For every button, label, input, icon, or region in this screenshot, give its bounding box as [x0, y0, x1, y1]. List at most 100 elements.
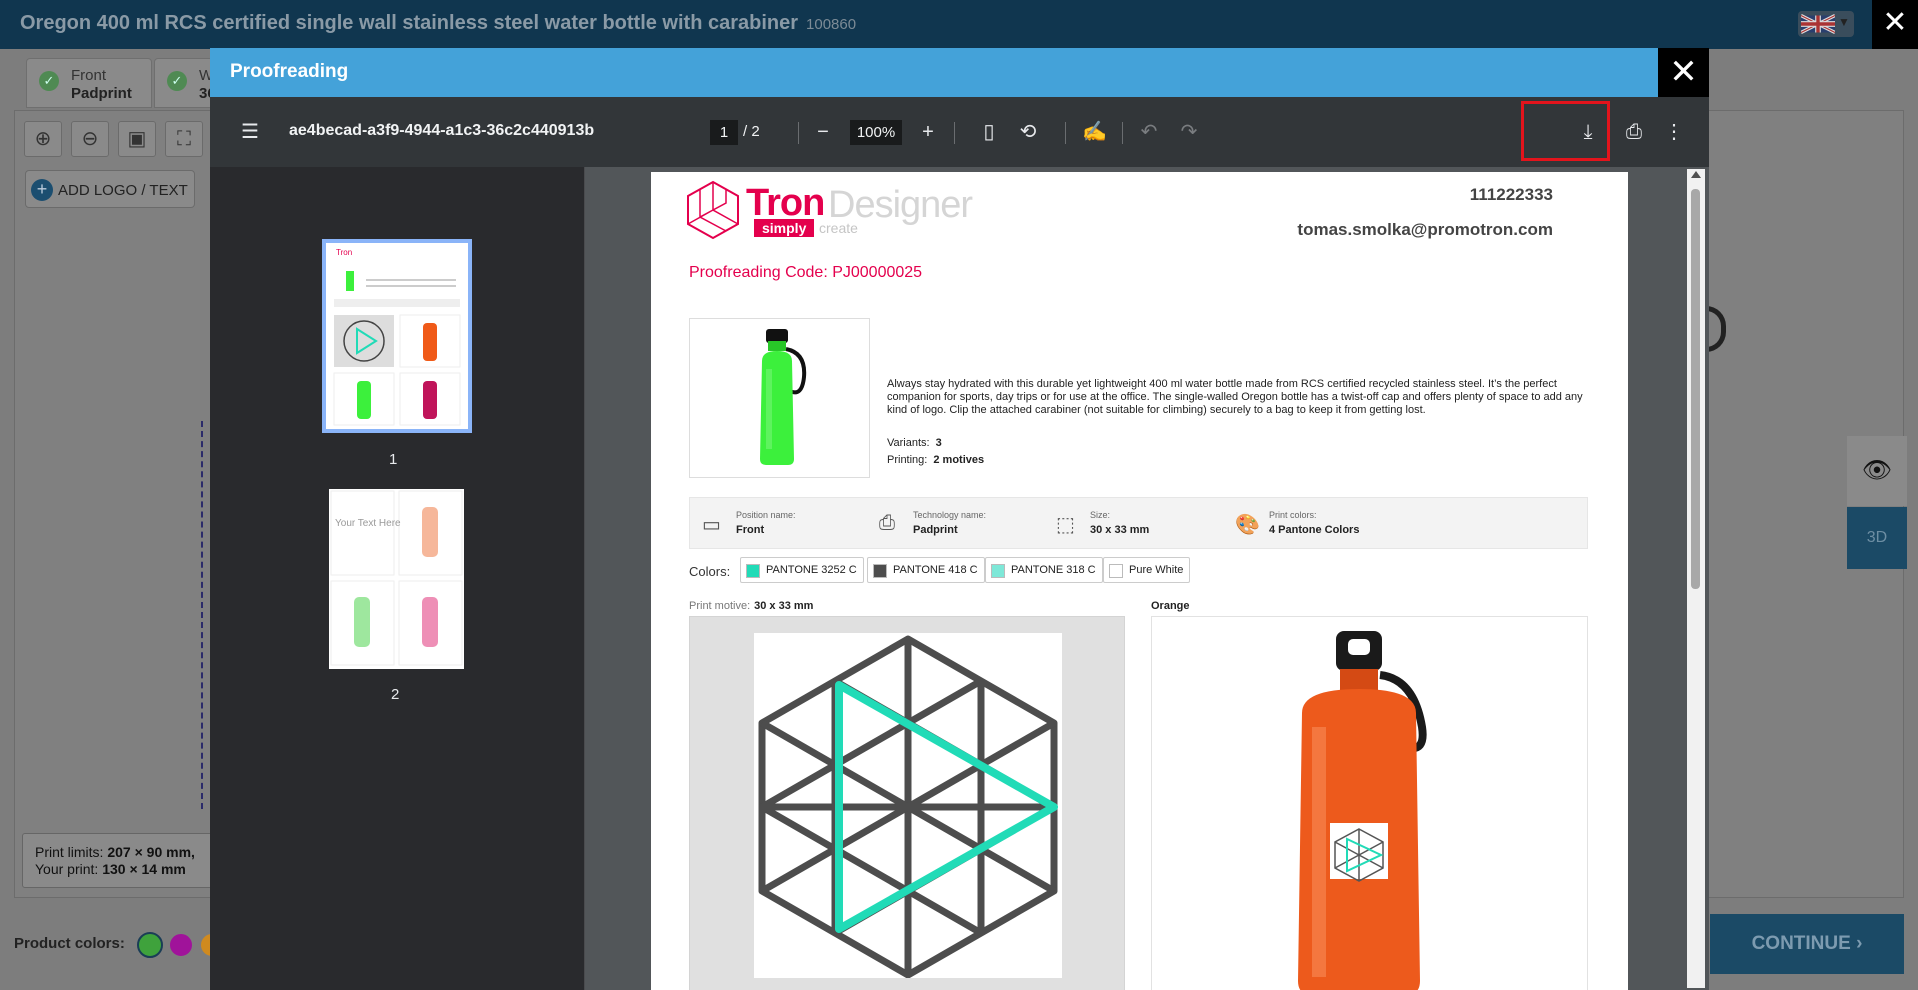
your-print-label: Your print: [35, 861, 99, 877]
thumbnails-pane: Tron 1 Your Text Here 2 [210, 167, 585, 990]
contact-email: tomas.smolka@promotron.com [1297, 220, 1553, 239]
info-value: 4 Pantone Colors [1269, 524, 1360, 536]
color-chip: PANTONE 318 C [985, 557, 1103, 583]
print-motive-key: Print motive: [689, 600, 751, 612]
product-colors-label: Product colors: [14, 935, 125, 952]
thumbnail-preview: Your Text Here [329, 489, 464, 669]
page-thumbnail-1[interactable]: Tron [322, 239, 472, 433]
product-image [689, 318, 870, 478]
print-limits-label: Print limits: [35, 844, 104, 860]
print-motive-label: Print motive: 30 x 33 mm [689, 600, 813, 612]
zoom-out-icon[interactable]: − [813, 117, 833, 147]
color-swatch [873, 564, 887, 578]
continue-button[interactable]: CONTINUE › [1710, 914, 1904, 974]
size-icon: ⬚ [1056, 514, 1075, 536]
add-logo-text-button[interactable]: + ADD LOGO / TEXT [25, 170, 195, 208]
motive-canvas [754, 633, 1062, 979]
color-chip: PANTONE 3252 C [740, 557, 864, 583]
color-swatch [1109, 564, 1123, 578]
color-swatch [991, 564, 1005, 578]
modal-title: Proofreading [230, 61, 349, 82]
language-selector[interactable]: ▼ [1798, 11, 1854, 37]
product-color-swatch[interactable] [137, 932, 163, 958]
app-header: Oregon 400 ml RCS certified single wall … [0, 0, 1918, 49]
tab-second-position[interactable]: ✓ W 36 [154, 58, 216, 108]
variants-row: Variants: 3 [887, 437, 942, 449]
redo-icon[interactable]: ↷ [1178, 117, 1200, 147]
fit-page-icon[interactable]: ▯ [978, 117, 1000, 147]
product-color-swatch[interactable] [168, 932, 194, 958]
toolbar-divider [1065, 122, 1066, 144]
menu-icon[interactable]: ☰ [237, 117, 263, 147]
color-chip: PANTONE 418 C [867, 557, 985, 583]
tab-front-padprint[interactable]: ✓ Front Padprint [26, 58, 152, 108]
page-thumbnail-label: 2 [391, 686, 400, 703]
hexagon-triangle-motive [758, 635, 1058, 979]
page-number-input[interactable]: 1 [710, 120, 738, 145]
printing-value: 2 motives [933, 454, 985, 466]
pdf-page: Tron Designer simply create 111222333 to… [651, 172, 1628, 990]
scroll-thumb[interactable] [1691, 189, 1700, 589]
modal-header: Proofreading ✕ [210, 48, 1709, 97]
view-3d-button[interactable]: 3D [1847, 507, 1907, 569]
green-bottle-image [760, 329, 807, 465]
colors-label: Colors: [689, 564, 731, 579]
zoom-level-input[interactable]: 100% [850, 120, 902, 145]
print-icon[interactable]: ⎙ [1622, 117, 1646, 147]
info-value: Padprint [913, 524, 958, 536]
logo-create-tag: create [819, 220, 858, 236]
fit-screen-button[interactable]: ▣ [118, 121, 156, 157]
pdf-toolbar: ☰ ae4becad-a3f9-4944-a1c3-36c2c440913b 1… [210, 97, 1709, 167]
page-total: / 2 [743, 123, 760, 140]
orange-bottle-image [1298, 631, 1427, 990]
variants-label: Variants: [887, 437, 930, 449]
palette-icon: 🎨 [1235, 514, 1260, 536]
zoom-in-button[interactable]: ⊕ [24, 121, 62, 157]
page-thumbnail-label: 1 [389, 451, 398, 468]
variants-value: 3 [935, 437, 942, 449]
viewer-scrollbar[interactable] [1687, 169, 1705, 988]
color-chip-label: Pure White [1129, 564, 1184, 576]
rotate-icon[interactable]: ⟲ [1016, 117, 1040, 147]
variant-name: Orange [1151, 600, 1190, 612]
tab-position: Front [71, 67, 107, 84]
variant-orange-preview [1151, 616, 1588, 990]
printing-row: Printing: 2 motives [887, 454, 984, 466]
info-value: 30 x 33 mm [1090, 524, 1150, 536]
color-swatch [746, 564, 760, 578]
position-icon: ▭ [702, 514, 721, 536]
annotate-icon[interactable]: ✍ [1082, 117, 1107, 147]
color-chip-label: PANTONE 3252 C [766, 564, 857, 576]
info-key: Position name: [736, 510, 796, 520]
scroll-up-icon[interactable] [1691, 171, 1701, 178]
toolbar-divider [798, 122, 799, 144]
print-limits-panel: Print limits: 207 × 90 mm, Your print: 1… [22, 833, 217, 888]
info-value: Front [736, 524, 765, 536]
modal-close-button[interactable]: ✕ [1658, 48, 1709, 97]
svg-text:Tron: Tron [336, 248, 352, 257]
chevron-down-icon: ▼ [1838, 15, 1850, 29]
color-chip-label: PANTONE 418 C [893, 564, 978, 576]
add-logo-label: ADD LOGO / TEXT [58, 182, 188, 199]
your-print-value: 130 × 14 mm [102, 861, 186, 877]
toolbar-divider [954, 122, 955, 144]
page-thumbnail-2[interactable]: Your Text Here [329, 489, 464, 669]
preview-eye-button[interactable]: 👁 [1847, 436, 1907, 506]
tron-cube-logo-icon [687, 180, 739, 240]
app-close-button[interactable]: ✕ [1872, 0, 1918, 49]
check-icon: ✓ [167, 71, 187, 91]
more-options-icon[interactable]: ⋮ [1664, 117, 1684, 147]
printer-icon: ⎙ [879, 512, 895, 534]
print-info-bar: ▭ Position name: Front ⎙ Technology name… [689, 497, 1588, 549]
zoom-in-icon[interactable]: + [918, 117, 938, 147]
check-icon: ✓ [39, 71, 59, 91]
svg-text:Your Text Here: Your Text Here [335, 518, 401, 529]
print-motive-preview [689, 616, 1125, 990]
undo-icon[interactable]: ↶ [1138, 117, 1160, 147]
zoom-out-button[interactable]: ⊖ [71, 121, 109, 157]
color-chip-label: PANTONE 318 C [1011, 564, 1096, 576]
color-chip: Pure White [1103, 557, 1191, 583]
plus-icon: + [31, 179, 53, 201]
fullscreen-button[interactable]: ⛶ [165, 121, 203, 157]
info-key: Technology name: [913, 510, 987, 520]
